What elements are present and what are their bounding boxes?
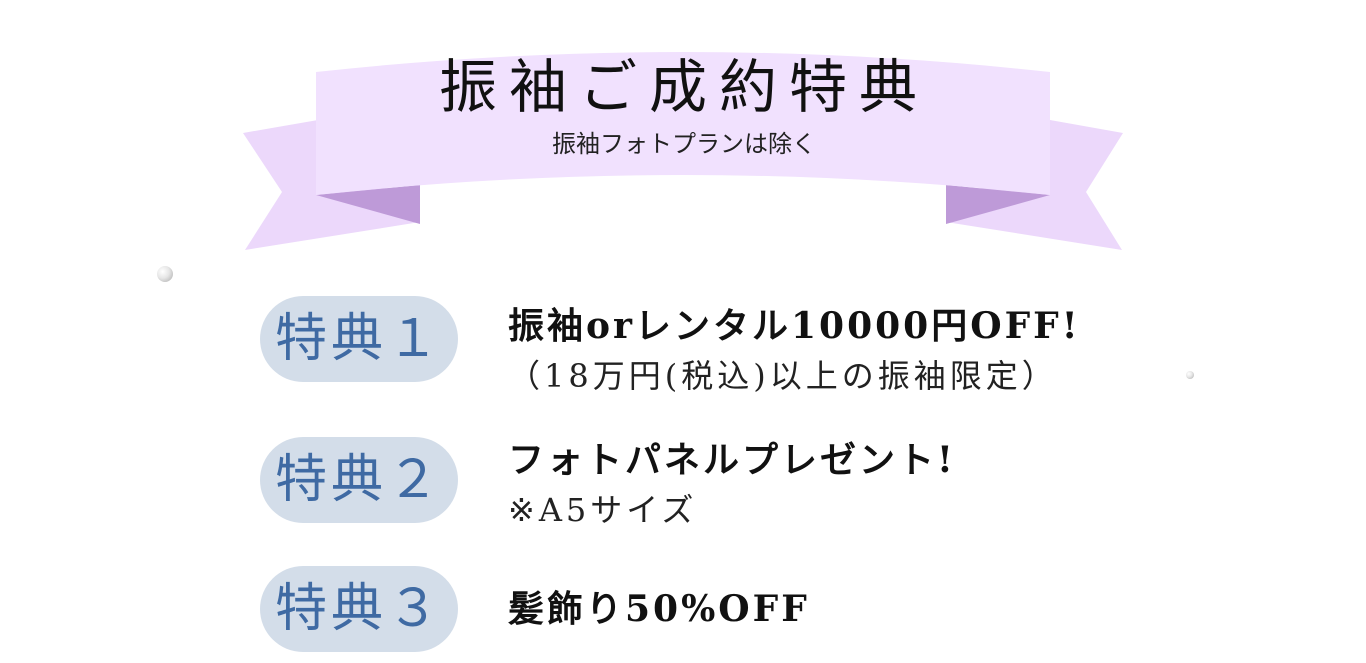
benefit-badge-1: 特典１ bbox=[260, 296, 458, 382]
banner-subtitle: 振袖フォトプランは除く bbox=[552, 130, 816, 158]
pearl-decoration bbox=[1186, 371, 1194, 379]
benefit-3-title: 髪飾り50%OFF bbox=[508, 588, 810, 630]
benefit-1-note: （18万円(税込)以上の振袖限定） bbox=[508, 357, 1058, 395]
pearl-decoration bbox=[157, 266, 173, 282]
benefit-badge-3: 特典３ bbox=[260, 566, 458, 652]
benefit-2-title: フォトパネルプレゼント! bbox=[508, 439, 956, 481]
benefit-1-title: 振袖orレンタル10000円OFF! bbox=[508, 305, 1081, 347]
benefits-page: 振袖ご成約特典 振袖フォトプランは除く 特典１ 振袖orレンタル10000円OF… bbox=[0, 0, 1366, 663]
benefit-2-note: ※A5サイズ bbox=[508, 491, 698, 529]
banner-title: 振袖ご成約特典 bbox=[438, 53, 929, 121]
benefit-badge-2: 特典２ bbox=[260, 437, 458, 523]
